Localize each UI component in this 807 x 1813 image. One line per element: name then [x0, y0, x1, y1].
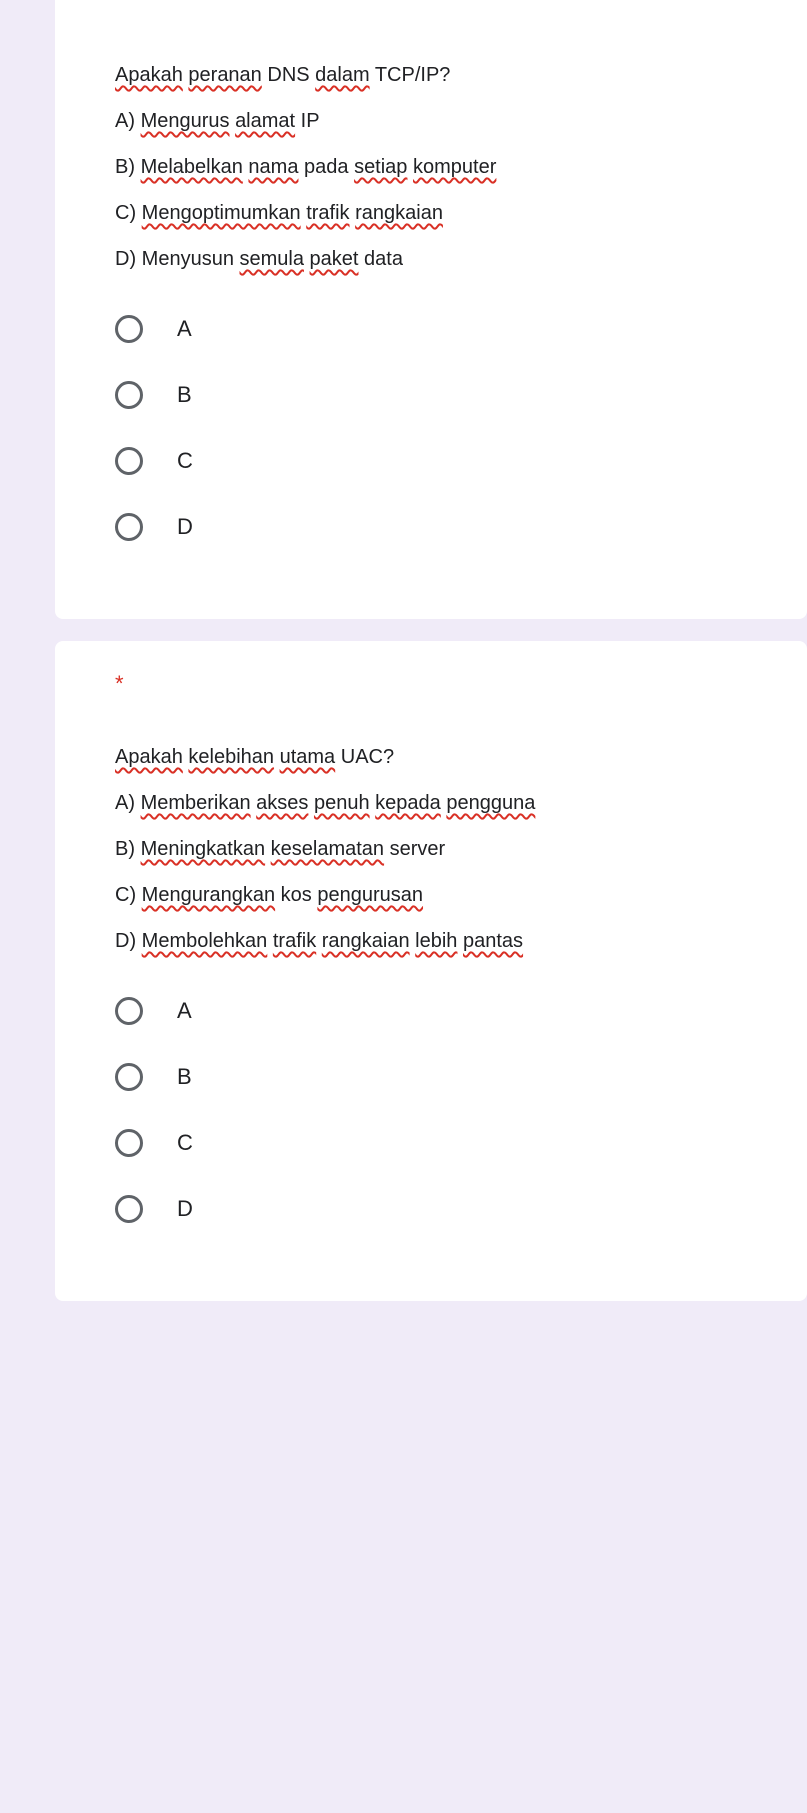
- radio-icon: [115, 381, 143, 409]
- text-segment: nama: [248, 156, 298, 178]
- text-segment: trafik: [306, 202, 349, 224]
- radio-option[interactable]: B: [115, 1063, 777, 1091]
- text-segment: C): [115, 884, 142, 906]
- radio-icon: [115, 315, 143, 343]
- text-segment: peranan: [188, 64, 261, 86]
- radio-icon: [115, 1129, 143, 1157]
- radio-option[interactable]: C: [115, 447, 777, 475]
- radio-option[interactable]: C: [115, 1129, 777, 1157]
- question-line: A) Memberikan akses penuh kepada penggun…: [115, 788, 777, 819]
- question-text-block: Apakah peranan DNS dalam TCP/IP? A) Mengu…: [115, 60, 777, 275]
- option-label: A: [177, 316, 192, 342]
- question-card: * Apakah kelebihan utama UAC? A) Memberika…: [55, 641, 807, 1301]
- radio-option[interactable]: D: [115, 513, 777, 541]
- option-label: C: [177, 448, 193, 474]
- text-segment: pantas: [463, 930, 523, 952]
- question-card: Apakah peranan DNS dalam TCP/IP? A) Mengu…: [55, 0, 807, 619]
- question-line: C) Mengurangkan kos pengurusan: [115, 880, 777, 911]
- text-segment: C): [115, 202, 142, 224]
- radio-option[interactable]: A: [115, 997, 777, 1025]
- text-segment: rangkaian: [322, 930, 410, 952]
- question-line: B) Melabelkan nama pada setiap komputer: [115, 152, 777, 183]
- text-segment: IP: [295, 110, 319, 132]
- text-segment: Apakah: [115, 746, 183, 768]
- text-segment: D) Menyusun: [115, 248, 240, 270]
- text-segment: B): [115, 156, 141, 178]
- text-segment: Mengoptimumkan: [142, 202, 301, 224]
- text-segment: Mengurus: [141, 110, 230, 132]
- radio-icon: [115, 997, 143, 1025]
- radio-option[interactable]: B: [115, 381, 777, 409]
- text-segment: kepada: [375, 792, 441, 814]
- options-group: A B C D: [115, 315, 777, 541]
- radio-icon: [115, 447, 143, 475]
- text-segment: A): [115, 792, 141, 814]
- text-segment: kos: [275, 884, 317, 906]
- text-segment: DNS: [262, 64, 315, 86]
- text-segment: komputer: [413, 156, 496, 178]
- question-line: Apakah kelebihan utama UAC?: [115, 742, 777, 773]
- radio-option[interactable]: D: [115, 1195, 777, 1223]
- text-segment: kelebihan: [188, 746, 274, 768]
- option-label: B: [177, 1064, 192, 1090]
- text-segment: server: [384, 838, 445, 860]
- options-group: A B C D: [115, 997, 777, 1223]
- question-line: Apakah peranan DNS dalam TCP/IP?: [115, 60, 777, 91]
- question-line: D) Membolehkan trafik rangkaian lebih pa…: [115, 926, 777, 957]
- text-segment: Melabelkan: [141, 156, 243, 178]
- text-segment: UAC?: [335, 746, 394, 768]
- option-label: B: [177, 382, 192, 408]
- option-label: D: [177, 1196, 193, 1222]
- text-segment: Apakah: [115, 64, 183, 86]
- question-line: B) Meningkatkan keselamatan server: [115, 834, 777, 865]
- text-segment: paket: [310, 248, 359, 270]
- text-segment: D): [115, 930, 142, 952]
- question-text-block: Apakah kelebihan utama UAC? A) Memberikan…: [115, 742, 777, 957]
- question-line: C) Mengoptimumkan trafik rangkaian: [115, 198, 777, 229]
- question-line: D) Menyusun semula paket data: [115, 244, 777, 275]
- required-indicator: *: [115, 671, 777, 697]
- text-segment: pada: [298, 156, 354, 178]
- text-segment: Meningkatkan: [141, 838, 266, 860]
- text-segment: trafik: [273, 930, 316, 952]
- text-segment: data: [358, 248, 402, 270]
- option-label: C: [177, 1130, 193, 1156]
- text-segment: rangkaian: [355, 202, 443, 224]
- text-segment: B): [115, 838, 141, 860]
- text-segment: alamat: [235, 110, 295, 132]
- text-segment: utama: [280, 746, 336, 768]
- text-segment: semula: [240, 248, 304, 270]
- text-segment: setiap: [354, 156, 407, 178]
- text-segment: dalam: [315, 64, 369, 86]
- text-segment: lebih: [415, 930, 457, 952]
- radio-option[interactable]: A: [115, 315, 777, 343]
- text-segment: Memberikan: [141, 792, 251, 814]
- text-segment: akses: [256, 792, 308, 814]
- text-segment: Membolehkan: [142, 930, 268, 952]
- radio-icon: [115, 1063, 143, 1091]
- text-segment: Mengurangkan: [142, 884, 275, 906]
- option-label: A: [177, 998, 192, 1024]
- text-segment: penuh: [314, 792, 370, 814]
- radio-icon: [115, 1195, 143, 1223]
- option-label: D: [177, 514, 193, 540]
- text-segment: TCP/IP?: [370, 64, 451, 86]
- radio-icon: [115, 513, 143, 541]
- text-segment: pengguna: [446, 792, 535, 814]
- question-line: A) Mengurus alamat IP: [115, 106, 777, 137]
- text-segment: pengurusan: [317, 884, 423, 906]
- text-segment: A): [115, 110, 141, 132]
- text-segment: keselamatan: [271, 838, 384, 860]
